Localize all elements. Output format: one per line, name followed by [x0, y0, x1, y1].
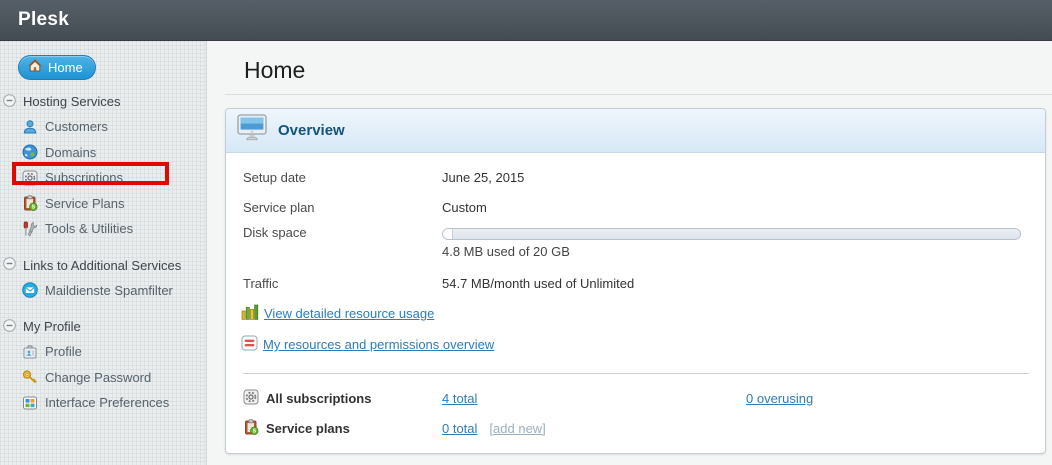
plesk-logo[interactable]: Plesk	[18, 9, 69, 31]
sidebar-item-profile[interactable]: Profile	[0, 339, 206, 365]
collapse-icon	[3, 257, 16, 273]
overview-panel-body: Setup date June 25, 2015 Service plan Cu…	[226, 153, 1045, 453]
subscriptions-icon	[22, 170, 38, 186]
sidebar-item-label: Interface Preferences	[45, 395, 169, 410]
service-plans-add-new-link[interactable]: [add new]	[489, 421, 545, 436]
sidebar-item-label: Service Plans	[45, 196, 124, 211]
sidebar-item-domains[interactable]: Domains	[0, 140, 206, 166]
tools-icon	[22, 221, 38, 237]
sidebar-item-tools-utilities[interactable]: Tools & Utilities	[0, 216, 206, 242]
sidebar-item-service-plans[interactable]: S Service Plans	[0, 191, 206, 217]
summary-label-cell: S Service plans	[243, 419, 442, 438]
link-row-resource-usage: View detailed resource usage	[226, 298, 1045, 329]
link-row-resources-permissions: My resources and permissions overview	[226, 329, 1045, 360]
service-plans-icon: S	[243, 419, 259, 438]
subscriptions-icon	[243, 389, 259, 408]
mail-circle-icon	[22, 282, 38, 298]
overview-title: Overview	[278, 122, 345, 139]
summary-row-service-plans: S Service plans 0 total [add new]	[226, 413, 1045, 443]
key-icon	[22, 369, 38, 385]
disk-usage-progress-fill	[443, 229, 453, 239]
topbar: Plesk	[0, 0, 1052, 41]
person-icon	[22, 119, 38, 135]
field-value: 54.7 MB/month used of Unlimited	[442, 276, 634, 291]
bar-chart-icon	[241, 304, 259, 323]
summary-label-cell: All subscriptions	[243, 389, 442, 408]
sidebar-item-label: Tools & Utilities	[45, 221, 133, 236]
section-header-additional-services[interactable]: Links to Additional Services	[0, 253, 206, 278]
field-row-service-plan: Service plan Custom	[226, 192, 1045, 222]
sidebar: Home Hosting Services Customers Domain	[0, 41, 207, 465]
summary-row-all-subscriptions: All subscriptions 4 total 0 overusing	[226, 383, 1045, 413]
monitor-icon	[237, 114, 267, 147]
section-header-my-profile[interactable]: My Profile	[0, 314, 206, 339]
subscriptions-overusing-link[interactable]: 0 overusing	[746, 391, 813, 406]
sidebar-item-maildienste-spamfilter[interactable]: Maildienste Spamfilter	[0, 278, 206, 304]
summary-label: All subscriptions	[266, 391, 371, 406]
sidebar-item-label: Customers	[45, 119, 108, 134]
sidebar-section-hosting-services: Hosting Services Customers Domains Subsc…	[0, 89, 206, 242]
summary-links-cell: 0 total [add new]	[442, 421, 746, 436]
id-card-icon	[22, 344, 38, 360]
section-title: My Profile	[23, 319, 81, 334]
field-row-traffic: Traffic 54.7 MB/month used of Unlimited	[226, 268, 1045, 298]
collapse-icon	[3, 94, 16, 110]
summary-divider	[243, 373, 1029, 374]
sidebar-item-change-password[interactable]: Change Password	[0, 365, 206, 391]
svg-text:S: S	[253, 428, 257, 434]
section-header-hosting-services[interactable]: Hosting Services	[0, 89, 206, 114]
summary-links-cell: 4 total	[442, 391, 746, 406]
field-value: June 25, 2015	[442, 170, 524, 185]
field-label: Disk space	[243, 225, 442, 240]
service-plans-total-link[interactable]: 0 total	[442, 421, 477, 436]
sidebar-item-subscriptions[interactable]: Subscriptions	[0, 165, 206, 191]
page-title: Home	[244, 57, 1052, 84]
title-divider	[225, 94, 1052, 95]
field-label: Setup date	[243, 170, 442, 185]
field-row-disk-space: Disk space 4.8 MB used of 20 GB	[226, 222, 1045, 268]
collapse-icon	[3, 319, 16, 335]
sidebar-item-label: Profile	[45, 344, 82, 359]
field-label: Traffic	[243, 276, 442, 291]
resources-list-icon	[241, 335, 258, 354]
sidebar-item-label: Change Password	[45, 370, 151, 385]
summary-label: Service plans	[266, 421, 350, 436]
disk-usage-progress-bar	[442, 228, 1021, 240]
grid-icon	[22, 395, 38, 411]
sidebar-section-additional-services: Links to Additional Services Maildienste…	[0, 253, 206, 304]
sidebar-item-customers[interactable]: Customers	[0, 114, 206, 140]
section-title: Hosting Services	[23, 94, 121, 109]
svg-text:S: S	[32, 205, 36, 211]
sidebar-section-my-profile: My Profile Profile Change Password Inter…	[0, 314, 206, 416]
home-button-label: Home	[48, 60, 83, 75]
my-resources-permissions-link[interactable]: My resources and permissions overview	[263, 337, 494, 352]
disk-usage-caption: 4.8 MB used of 20 GB	[442, 244, 1021, 259]
sidebar-item-label: Subscriptions	[45, 170, 123, 185]
sidebar-item-interface-preferences[interactable]: Interface Preferences	[0, 390, 206, 416]
service-plans-icon: S	[22, 195, 38, 211]
home-icon	[28, 59, 42, 76]
disk-usage-column: 4.8 MB used of 20 GB	[442, 225, 1045, 259]
subscriptions-total-link[interactable]: 4 total	[442, 391, 477, 406]
overview-panel: Overview Setup date June 25, 2015 Servic…	[225, 108, 1046, 454]
section-title: Links to Additional Services	[23, 258, 181, 273]
view-detailed-resource-usage-link[interactable]: View detailed resource usage	[264, 306, 434, 321]
field-value: Custom	[442, 200, 487, 215]
field-row-setup-date: Setup date June 25, 2015	[226, 162, 1045, 192]
field-label: Service plan	[243, 200, 442, 215]
globe-icon	[22, 144, 38, 160]
main-content: Home Overview Setup date June 25, 2015 S…	[207, 41, 1052, 465]
overview-panel-header: Overview	[226, 109, 1045, 153]
sidebar-item-label: Domains	[45, 145, 96, 160]
home-button[interactable]: Home	[18, 55, 96, 80]
sidebar-item-label: Maildienste Spamfilter	[45, 283, 173, 298]
